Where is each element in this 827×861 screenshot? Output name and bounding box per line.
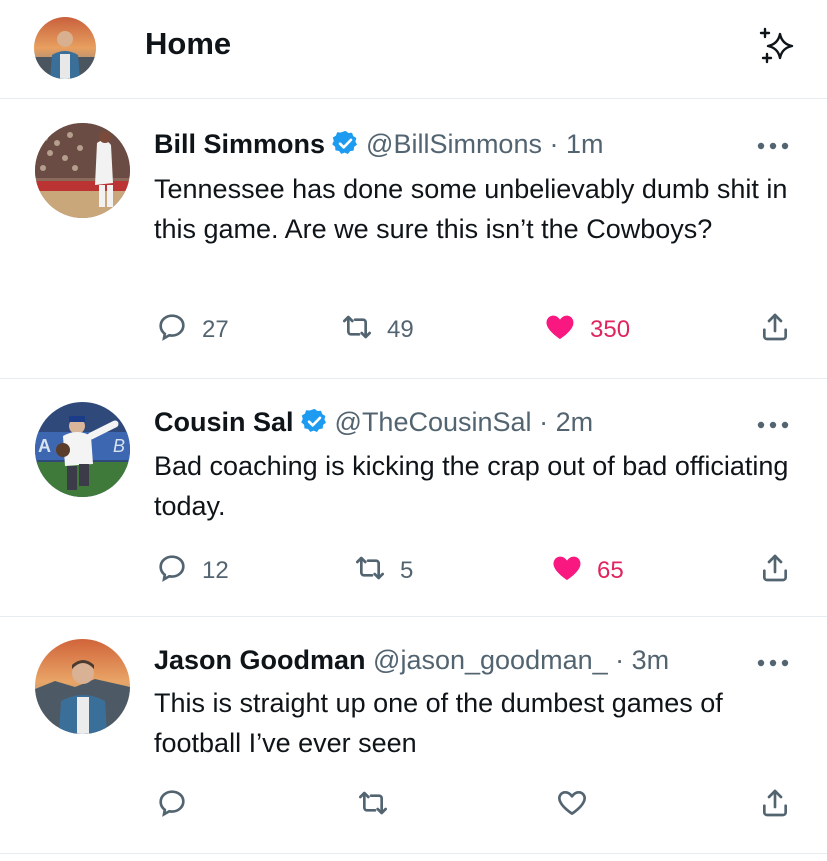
verified-badge-icon [331,129,360,158]
tweet-text: This is straight up one of the dumbest g… [154,688,723,758]
tweet[interactable]: Jason Goodman @jason_goodman_ · 3m This … [0,617,827,854]
like-button[interactable] [556,789,602,823]
svg-text:B: B [113,436,125,456]
tweet-header: Bill Simmons @BillSimmons · 1m [154,127,604,161]
retweet-icon [341,311,373,350]
heart-filled-icon [551,552,583,591]
avatar[interactable] [35,639,130,734]
display-name[interactable]: Cousin Sal [154,407,294,437]
svg-text:A: A [38,436,51,456]
display-name[interactable]: Jason Goodman [154,645,366,675]
tweet[interactable]: A B Cousin Sal @TheCousinSal · 2m Bad coa… [0,379,827,617]
heart-outline-icon [556,787,588,826]
tweet[interactable]: Bill Simmons @BillSimmons · 1m Tennessee … [0,99,827,379]
share-icon [759,787,791,826]
tweet-text: Bad coaching is kicking the crap out of … [154,451,789,521]
retweet-icon [357,787,389,826]
reply-count: 27 [202,316,229,343]
handle[interactable]: @BillSimmons [366,129,542,159]
timeline-header: Home [0,0,827,99]
more-options-icon[interactable] [755,139,791,153]
reply-icon [156,311,188,350]
like-count: 65 [597,557,624,584]
handle[interactable]: @TheCousinSal [335,407,532,437]
retweet-count: 49 [387,316,414,343]
avatar[interactable]: A B [35,402,130,497]
timestamp[interactable]: 1m [566,129,604,159]
display-name[interactable]: Bill Simmons [154,129,325,159]
reply-count: 12 [202,557,229,584]
share-button[interactable] [759,554,791,588]
reply-button[interactable]: 27 [156,313,229,347]
tweet-header: Cousin Sal @TheCousinSal · 2m [154,405,593,439]
share-icon [759,552,791,591]
timestamp[interactable]: 2m [556,407,594,437]
reply-icon [156,552,188,591]
like-button[interactable]: 65 [551,554,624,588]
share-button[interactable] [759,313,791,347]
retweet-button[interactable] [357,789,403,823]
retweet-button[interactable]: 5 [354,554,413,588]
separator: · [615,645,625,675]
timestamp[interactable]: 3m [632,645,670,675]
separator: · [539,407,549,437]
tweet-text: Tennessee has done some unbelievably dum… [154,174,788,244]
heart-filled-icon [544,311,576,350]
like-button[interactable]: 350 [544,313,630,347]
retweet-button[interactable]: 49 [341,313,414,347]
avatar[interactable] [35,123,130,218]
more-options-icon[interactable] [755,656,791,670]
tweet-header: Jason Goodman @jason_goodman_ · 3m [154,643,669,677]
share-icon [759,311,791,350]
handle[interactable]: @jason_goodman_ [373,645,608,675]
reply-button[interactable]: 12 [156,554,229,588]
verified-badge-icon [300,407,329,436]
profile-avatar[interactable] [34,17,96,79]
share-button[interactable] [759,789,791,823]
reply-button[interactable] [156,789,202,823]
more-options-icon[interactable] [755,418,791,432]
page-title: Home [145,26,232,61]
sparkle-icon[interactable] [756,26,798,68]
reply-icon [156,787,188,826]
retweet-count: 5 [400,557,414,584]
like-count: 350 [590,316,631,343]
separator: · [549,129,559,159]
retweet-icon [354,552,386,591]
